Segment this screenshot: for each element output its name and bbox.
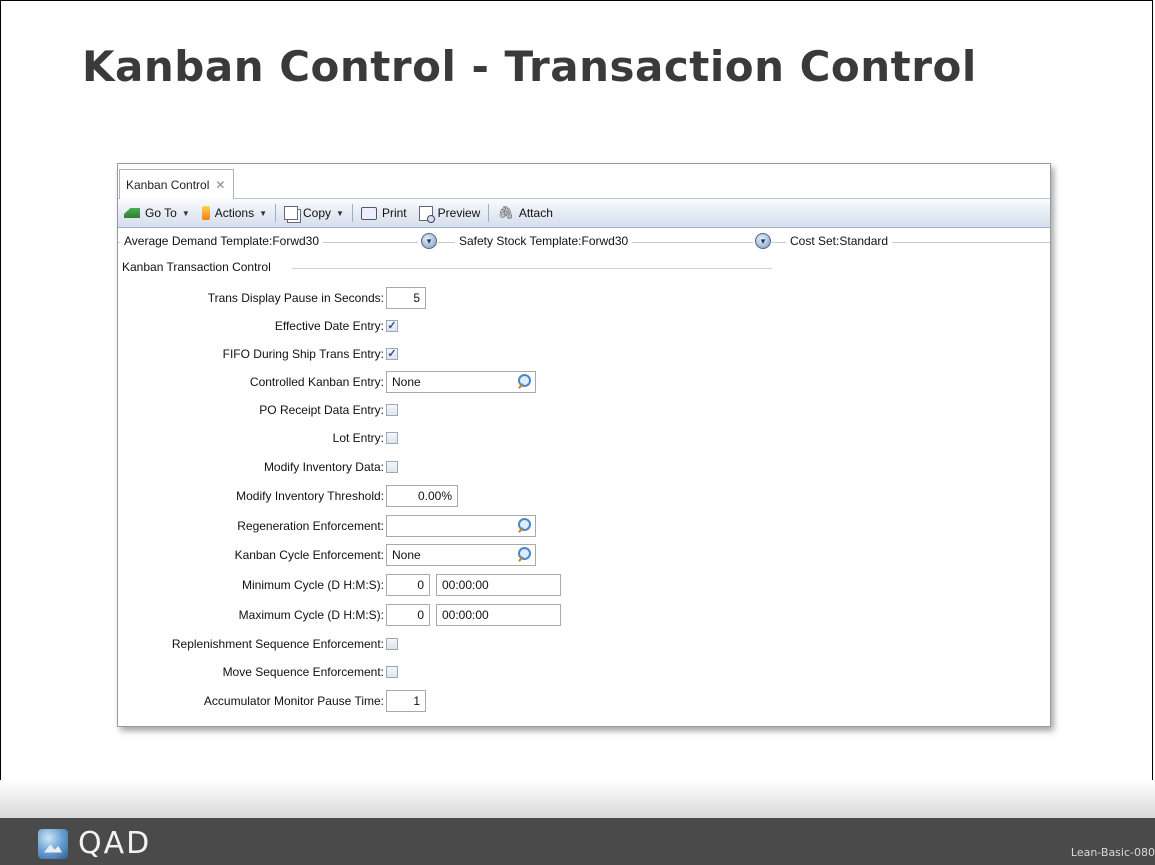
regeneration-enforcement-label: Regeneration Enforcement: (237, 519, 384, 533)
slide-title: Kanban Control - Transaction Control (82, 42, 977, 91)
minimum-cycle-days-input[interactable]: 0 (386, 574, 430, 596)
goto-icon (124, 208, 140, 218)
row-lot-entry: Lot Entry: (118, 426, 384, 450)
effective-date-entry-label: Effective Date Entry: (274, 319, 384, 333)
chevron-down-icon: ▼ (336, 208, 344, 218)
printer-icon (360, 206, 377, 220)
print-button[interactable]: Print (355, 202, 413, 224)
actions-label: Actions (214, 206, 255, 220)
copy-button[interactable]: Copy ▼ (278, 202, 350, 224)
row-trans-display-pause: Trans Display Pause in Seconds: (118, 286, 384, 310)
copy-icon (284, 206, 299, 220)
group-header: Kanban Transaction Control (122, 260, 271, 274)
po-receipt-data-entry-label: PO Receipt Data Entry: (259, 403, 384, 417)
row-move-sequence: Move Sequence Enforcement: (118, 660, 384, 684)
toolbar-separator (275, 204, 277, 222)
expand-section-icon[interactable]: ▾ (755, 233, 771, 249)
tab-strip: Kanban Control ✕ (118, 164, 1050, 199)
po-receipt-data-entry-checkbox[interactable] (386, 404, 398, 416)
fifo-ship-trans-label: FIFO During Ship Trans Entry: (222, 347, 384, 361)
footer-bar (0, 818, 1155, 865)
search-icon[interactable] (517, 518, 531, 532)
kanban-cycle-enforcement-field[interactable]: None (386, 544, 536, 566)
replenishment-sequence-checkbox[interactable] (386, 638, 398, 650)
collapsed-sections-row: Average Demand Template:Forwd30 ▾ Safety… (118, 231, 1050, 251)
regeneration-enforcement-field[interactable] (386, 515, 536, 537)
accumulator-pause-label: Accumulator Monitor Pause Time: (203, 694, 384, 708)
minimum-cycle-time-input[interactable]: 00:00:00 (436, 574, 561, 596)
print-label: Print (381, 206, 407, 220)
actions-icon (201, 206, 210, 220)
preview-label: Preview (437, 206, 481, 220)
fifo-ship-trans-checkbox[interactable]: ✓ (386, 348, 398, 360)
minimum-cycle-label: Minimum Cycle (D H:M:S): (241, 578, 384, 592)
preview-icon (418, 205, 435, 223)
section-average-demand: Average Demand Template:Forwd30 (120, 234, 323, 248)
replenishment-sequence-label: Replenishment Sequence Enforcement: (171, 637, 384, 651)
row-fifo-ship-trans: FIFO During Ship Trans Entry: (118, 342, 384, 366)
row-regeneration-enforcement: Regeneration Enforcement: (118, 514, 384, 538)
tab-kanban-control[interactable]: Kanban Control ✕ (119, 169, 235, 199)
toolbar: Go To ▼ Actions ▼ Copy ▼ Print Preview 🖇… (118, 199, 1050, 228)
copy-label: Copy (303, 206, 332, 220)
expand-section-icon[interactable]: ▾ (421, 233, 437, 249)
preview-button[interactable]: Preview (413, 202, 487, 224)
row-modify-inventory-threshold: Modify Inventory Threshold: (118, 484, 384, 508)
move-sequence-checkbox[interactable] (386, 666, 398, 678)
group-divider (292, 268, 772, 269)
row-effective-date-entry: Effective Date Entry: (118, 314, 384, 338)
maximum-cycle-label: Maximum Cycle (D H:M:S): (238, 608, 384, 622)
row-kanban-cycle-enforcement: Kanban Cycle Enforcement: (118, 543, 384, 567)
lot-entry-label: Lot Entry: (332, 431, 384, 445)
modify-inventory-data-checkbox[interactable] (386, 461, 398, 473)
attach-label: Attach (518, 206, 553, 220)
row-po-receipt-data-entry: PO Receipt Data Entry: (118, 398, 384, 422)
row-replenishment-sequence: Replenishment Sequence Enforcement: (118, 632, 384, 656)
accumulator-pause-input[interactable]: 1 (386, 690, 426, 712)
kanban-cycle-enforcement-value: None (392, 548, 421, 562)
trans-display-pause-input[interactable]: 5 (386, 287, 426, 309)
tab-label: Kanban Control (126, 177, 210, 192)
paperclip-icon: 🖇 (497, 205, 514, 220)
footer-gradient (0, 780, 1155, 818)
maximum-cycle-time-input[interactable]: 00:00:00 (436, 604, 561, 626)
row-accumulator-pause: Accumulator Monitor Pause Time: (118, 689, 384, 713)
search-icon[interactable] (517, 374, 531, 388)
controlled-kanban-entry-field[interactable]: None (386, 371, 536, 393)
actions-button[interactable]: Actions ▼ (196, 202, 273, 224)
controlled-kanban-entry-value: None (392, 375, 421, 389)
section-safety-stock: Safety Stock Template:Forwd30 (455, 234, 633, 248)
kanban-control-window: Kanban Control ✕ Go To ▼ Actions ▼ Copy … (117, 163, 1051, 727)
modify-inventory-data-label: Modify Inventory Data: (263, 460, 384, 474)
row-modify-inventory-data: Modify Inventory Data: (118, 455, 384, 479)
toolbar-separator (488, 204, 490, 222)
trans-display-pause-label: Trans Display Pause in Seconds: (207, 291, 384, 305)
slide-id: Lean-Basic-080 (1070, 846, 1155, 859)
move-sequence-label: Move Sequence Enforcement: (222, 665, 384, 679)
qad-logo: QAD (38, 826, 151, 861)
lot-entry-checkbox[interactable] (386, 432, 398, 444)
attach-button[interactable]: 🖇 Attach (491, 202, 559, 224)
goto-button[interactable]: Go To ▼ (118, 202, 196, 224)
maximum-cycle-days-input[interactable]: 0 (386, 604, 430, 626)
controlled-kanban-entry-label: Controlled Kanban Entry: (249, 375, 384, 389)
toolbar-separator (351, 204, 353, 222)
goto-label: Go To (145, 206, 177, 220)
row-maximum-cycle: Maximum Cycle (D H:M:S): (118, 603, 384, 627)
row-controlled-kanban-entry: Controlled Kanban Entry: (118, 370, 384, 394)
effective-date-entry-checkbox[interactable]: ✓ (386, 320, 398, 332)
row-minimum-cycle: Minimum Cycle (D H:M:S): (118, 573, 384, 597)
close-icon[interactable]: ✕ (215, 178, 225, 192)
qad-wordmark: QAD (78, 826, 152, 861)
section-cost-set: Cost Set:Standard (786, 234, 893, 248)
search-icon[interactable] (517, 547, 531, 561)
chevron-down-icon: ▼ (259, 208, 268, 218)
modify-inventory-threshold-input[interactable]: 0.00% (386, 485, 458, 507)
modify-inventory-threshold-label: Modify Inventory Threshold: (236, 489, 384, 503)
qad-logo-icon (38, 828, 68, 859)
kanban-cycle-enforcement-label: Kanban Cycle Enforcement: (234, 548, 384, 562)
chevron-down-icon: ▼ (181, 208, 190, 218)
